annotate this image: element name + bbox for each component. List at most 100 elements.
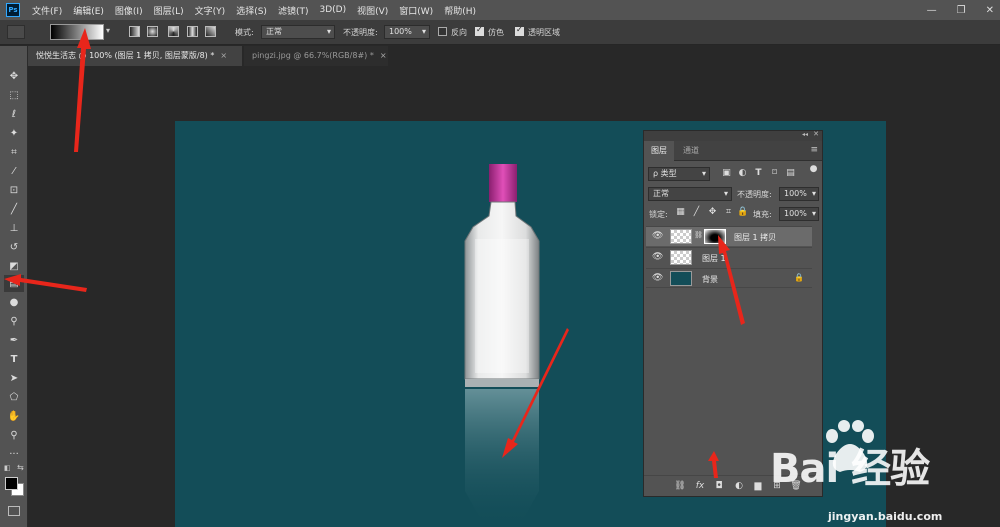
quick-mask-icon[interactable]: [8, 506, 20, 516]
layer-row[interactable]: 👁 图层 1: [646, 247, 812, 267]
options-bar: ▾ 模式: 正常 ▾ 不透明度: 100% ▾ 反向 仿色 透明区域: [0, 20, 1000, 45]
menu-select[interactable]: 选择(S): [236, 4, 267, 17]
healing-tool-icon[interactable]: ⊡: [4, 182, 24, 199]
chevron-down-icon: ▾: [326, 27, 331, 36]
layer-opacity-input[interactable]: 100% ▾: [779, 187, 819, 201]
layer-row[interactable]: 👁 背景 🔒: [646, 268, 812, 288]
pen-tool-icon[interactable]: ✒: [4, 332, 24, 349]
menu-window[interactable]: 窗口(W): [399, 4, 433, 17]
mode-select[interactable]: 正常 ▾: [261, 25, 335, 39]
opacity-input[interactable]: 100% ▾: [384, 25, 430, 39]
lock-position-icon[interactable]: ✥: [707, 207, 718, 217]
filter-shape-icon[interactable]: ⌑: [769, 168, 780, 178]
doc-tab-active[interactable]: 悦悦生活志 @ 100% (图层 1 拷贝, 图层蒙版/8) * ×: [28, 46, 242, 66]
tab-layers[interactable]: 图层: [644, 141, 674, 161]
panel-menu-icon[interactable]: ≡: [810, 145, 818, 155]
move-tool-icon[interactable]: ✥: [4, 68, 24, 85]
blur-tool-icon[interactable]: ●: [4, 294, 24, 311]
foreground-color-swatch[interactable]: [5, 477, 18, 490]
menu-3d[interactable]: 3D(D): [319, 5, 346, 15]
gradient-dropdown-icon[interactable]: ▾: [106, 26, 110, 35]
type-tool-icon[interactable]: T: [4, 351, 24, 368]
mask-link-icon[interactable]: ⛓: [694, 231, 703, 239]
layer-opacity-label: 不透明度:: [737, 190, 772, 199]
bottle-base: [465, 379, 539, 387]
fx-icon[interactable]: fx: [694, 481, 706, 491]
close-icon[interactable]: ×: [220, 51, 227, 60]
watermark-brand: Bai 经验: [770, 446, 930, 492]
doc-tab-inactive[interactable]: pingzi.jpg @ 66.7%(RGB/8#) * ×: [244, 46, 388, 66]
diamond-gradient-icon[interactable]: [205, 26, 216, 37]
brush-tool-icon[interactable]: ╱: [4, 201, 24, 218]
lock-image-icon[interactable]: ╱: [691, 207, 702, 217]
swap-colors-icon[interactable]: ⇆: [17, 463, 24, 472]
lock-artboard-icon[interactable]: ⌗: [723, 207, 734, 217]
opacity-label: 不透明度:: [343, 28, 378, 37]
stamp-tool-icon[interactable]: ⊥: [4, 220, 24, 237]
radial-gradient-icon[interactable]: [147, 26, 158, 37]
collapse-icon[interactable]: ◂◂: [802, 131, 808, 138]
layer-filter-select[interactable]: ρ 类型 ▾: [648, 167, 710, 181]
history-brush-tool-icon[interactable]: ↺: [4, 239, 24, 256]
eraser-tool-icon[interactable]: ◩: [4, 258, 24, 275]
menu-image[interactable]: 图像(I): [115, 4, 143, 17]
menu-layer[interactable]: 图层(L): [154, 4, 184, 17]
blend-mode-select[interactable]: 正常 ▾: [648, 187, 732, 201]
filter-adjustment-icon[interactable]: ◐: [737, 168, 748, 178]
mode-label: 模式:: [235, 28, 254, 37]
filter-toggle-icon[interactable]: ●: [808, 164, 819, 174]
angle-gradient-icon[interactable]: [168, 26, 179, 37]
path-select-tool-icon[interactable]: ➤: [4, 370, 24, 387]
menu-bar: Ps 文件(F) 编辑(E) 图像(I) 图层(L) 文字(Y) 选择(S) 滤…: [0, 0, 1000, 20]
default-colors-icon[interactable]: ◧: [4, 464, 11, 472]
layer-mask-thumbnail[interactable]: [704, 229, 726, 244]
reflected-gradient-icon[interactable]: [187, 26, 198, 37]
close-icon[interactable]: ×: [380, 51, 387, 60]
menu-edit[interactable]: 编辑(E): [73, 4, 104, 17]
lock-all-icon[interactable]: 🔒: [737, 207, 748, 217]
reverse-checkbox[interactable]: [438, 27, 447, 36]
tools-panel: ✥ ⬚ ℓ ✦ ⌗ ⁄ ⊡ ╱ ⊥ ↺ ◩ ▤ ● ⚲ ✒ T ➤ ⬠ ✋ ⚲ …: [0, 46, 28, 527]
new-group-icon[interactable]: ▆: [752, 481, 764, 491]
marquee-tool-icon[interactable]: ⬚: [4, 87, 24, 104]
hand-tool-icon[interactable]: ✋: [4, 408, 24, 425]
crop-tool-icon[interactable]: ⌗: [4, 144, 24, 161]
minimize-icon[interactable]: —: [927, 5, 937, 16]
menu-file[interactable]: 文件(F): [32, 4, 62, 17]
more-tools-icon[interactable]: ···: [4, 446, 24, 463]
restore-icon[interactable]: ❐: [957, 5, 966, 16]
magic-wand-tool-icon[interactable]: ✦: [4, 125, 24, 142]
linear-gradient-icon[interactable]: [129, 26, 140, 37]
doc-tab-label: pingzi.jpg @ 66.7%(RGB/8#) *: [252, 51, 374, 60]
dodge-tool-icon[interactable]: ⚲: [4, 313, 24, 330]
link-layers-icon[interactable]: ⛓: [674, 481, 686, 491]
visibility-eye-icon[interactable]: 👁: [652, 273, 663, 283]
tab-channels[interactable]: 通道: [676, 141, 706, 161]
add-mask-icon[interactable]: ◘: [713, 481, 725, 491]
zoom-tool-icon[interactable]: ⚲: [4, 427, 24, 444]
menu-view[interactable]: 视图(V): [357, 4, 388, 17]
lock-transparent-icon[interactable]: ▦: [675, 207, 686, 217]
menu-type[interactable]: 文字(Y): [195, 4, 226, 17]
lasso-tool-icon[interactable]: ℓ: [4, 106, 24, 123]
dither-checkbox[interactable]: [475, 25, 484, 36]
adjustment-layer-icon[interactable]: ◐: [733, 481, 745, 491]
filter-smart-object-icon[interactable]: ▤: [785, 168, 796, 178]
tool-preset-icon[interactable]: [7, 25, 25, 39]
fill-input[interactable]: 100% ▾: [779, 207, 819, 221]
shape-tool-icon[interactable]: ⬠: [4, 389, 24, 406]
close-icon[interactable]: ✕: [986, 5, 994, 16]
gradient-picker[interactable]: [50, 24, 104, 40]
panel-close-icon[interactable]: ✕: [813, 130, 819, 138]
transparency-checkbox[interactable]: [515, 25, 524, 36]
menu-help[interactable]: 帮助(H): [444, 4, 476, 17]
layer-row[interactable]: 👁 ⛓ 图层 1 拷贝: [646, 226, 812, 246]
filter-type-icon[interactable]: T: [753, 168, 764, 178]
gradient-tool-icon[interactable]: ▤: [4, 275, 24, 292]
menu-filter[interactable]: 滤镜(T): [278, 4, 309, 17]
filter-pixel-icon[interactable]: ▣: [721, 168, 732, 178]
visibility-eye-icon[interactable]: 👁: [652, 252, 663, 262]
eyedropper-tool-icon[interactable]: ⁄: [4, 163, 24, 180]
bottle-reflection: [465, 389, 539, 527]
visibility-eye-icon[interactable]: 👁: [652, 231, 663, 241]
